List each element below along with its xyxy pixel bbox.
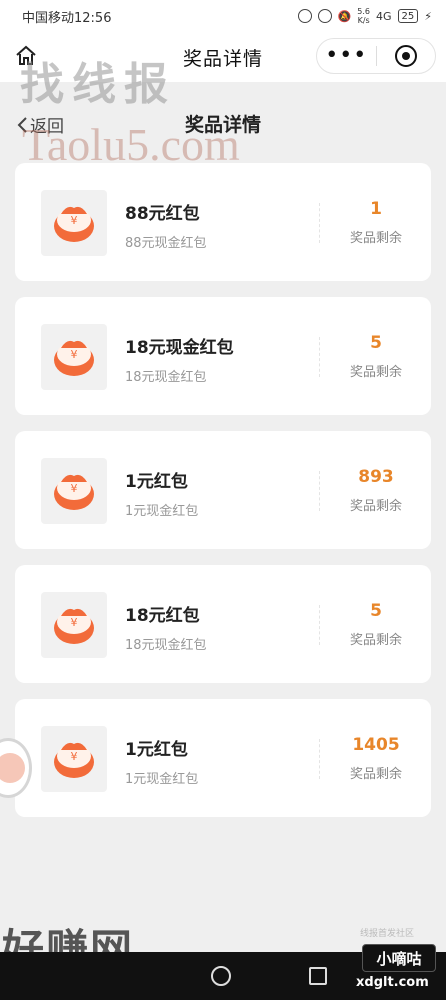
prize-name: 18元现金红包: [125, 338, 234, 358]
signal-icon: 4G: [376, 9, 392, 23]
nav-title: 奖品详情: [182, 47, 263, 70]
svg-text:¥: ¥: [71, 214, 78, 227]
prize-name: 88元红包: [125, 204, 200, 224]
red-packet-icon: ¥: [41, 592, 107, 658]
svg-text:¥: ¥: [71, 616, 78, 629]
red-packet-icon: ¥: [41, 458, 107, 524]
recents-nav-icon[interactable]: [309, 967, 327, 985]
stock-count: 5: [370, 333, 382, 353]
divider: [319, 605, 320, 645]
carrier-time: 中国移动12:56: [22, 10, 112, 26]
prize-name: 1元红包: [125, 472, 188, 492]
page-header: 返回 奖品详情: [0, 82, 446, 162]
page-title: 奖品详情: [184, 114, 261, 136]
battery-icon: 25: [397, 9, 419, 23]
divider: [319, 337, 320, 377]
prize-card[interactable]: ¥ 18元现金红包 18元现金红包 5 奖品剩余: [15, 297, 431, 415]
prize-desc: 88元现金红包: [125, 236, 207, 251]
watermark-badge-site: xdglt.com: [356, 975, 429, 990]
net-speed: 5.6 K/s: [357, 7, 370, 25]
home-nav-icon[interactable]: [211, 966, 231, 986]
prize-list: ¥ 88元红包 88元现金红包 1 奖品剩余 ¥ 18元现金红包 18元现金红包 5 奖…: [15, 163, 431, 833]
watermark-badge: 小嘀咕: [362, 944, 436, 972]
more-button[interactable]: •••: [317, 45, 376, 67]
stock-label: 奖品剩余: [349, 231, 402, 246]
charging-icon: ⚡: [424, 9, 432, 23]
assistant-avatar-icon: [0, 753, 25, 783]
watermark-badge-tag: 线报首发社区: [360, 929, 415, 939]
prize-desc: 18元现金红包: [125, 370, 207, 385]
mute-icon: 🔕: [337, 9, 352, 23]
prize-card[interactable]: ¥ 18元红包 18元现金红包 5 奖品剩余: [15, 565, 431, 683]
divider: [319, 471, 320, 511]
prize-card[interactable]: ¥ 1元红包 1元现金红包 893 奖品剩余: [15, 431, 431, 549]
data-saver-icon: [297, 9, 312, 23]
capsule-menu: •••: [316, 38, 436, 74]
prize-desc: 18元现金红包: [125, 638, 207, 653]
svg-text:¥: ¥: [71, 482, 78, 495]
prize-card[interactable]: ¥ 88元红包 88元现金红包 1 奖品剩余: [15, 163, 431, 281]
stock-label: 奖品剩余: [349, 499, 402, 514]
status-icons: 🔕 5.6 K/s 4G 25 ⚡: [297, 7, 432, 25]
red-packet-icon: ¥: [41, 726, 107, 792]
status-bar: 中国移动12:56 🔕 5.6 K/s 4G 25 ⚡: [0, 0, 446, 32]
prize-name: 1元红包: [125, 740, 188, 760]
stock-label: 奖品剩余: [349, 767, 402, 782]
mini-program-nav: 奖品详情 •••: [0, 32, 446, 82]
divider: [319, 203, 320, 243]
red-packet-icon: ¥: [41, 190, 107, 256]
stock-label: 奖品剩余: [349, 633, 402, 648]
net-speed-value: 5.6: [357, 7, 370, 16]
prize-desc: 1元现金红包: [125, 772, 199, 787]
target-icon: [394, 45, 417, 67]
home-icon[interactable]: [14, 44, 38, 68]
eye-icon: [317, 9, 332, 23]
svg-text:¥: ¥: [71, 750, 78, 763]
svg-text:¥: ¥: [71, 348, 78, 361]
stock-count: 1405: [352, 735, 400, 755]
close-miniprogram-button[interactable]: [377, 45, 436, 67]
battery-level: 25: [401, 10, 415, 22]
stock-count: 893: [358, 467, 394, 487]
stock-count: 1: [370, 199, 382, 219]
prize-card[interactable]: ¥ 1元红包 1元现金红包 1405 奖品剩余: [15, 699, 431, 817]
stock-label: 奖品剩余: [349, 365, 402, 380]
stock-count: 5: [370, 601, 382, 621]
divider: [319, 739, 320, 779]
net-speed-unit: K/s: [357, 16, 370, 25]
prize-desc: 1元现金红包: [125, 504, 199, 519]
red-packet-icon: ¥: [41, 324, 107, 390]
prize-name: 18元红包: [125, 606, 200, 626]
